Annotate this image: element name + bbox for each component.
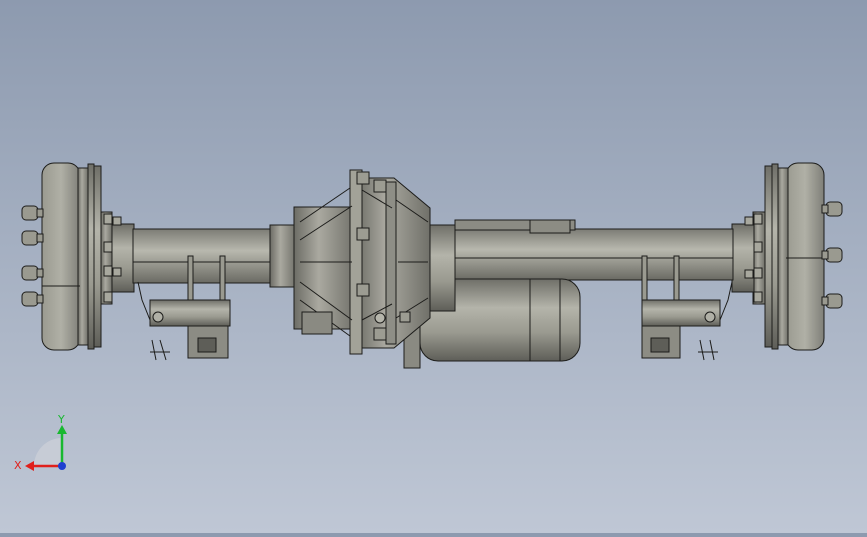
left-wheel-hub <box>21 162 135 351</box>
right-wheel-hub <box>731 162 843 351</box>
coordinate-triad: Y X <box>12 412 76 478</box>
z-axis-dot <box>58 462 66 470</box>
triad-plane <box>34 438 62 466</box>
right-axle-tube <box>454 228 734 281</box>
y-axis-label: Y <box>57 413 65 426</box>
x-axis-label: X <box>14 459 22 472</box>
rear-axle-model[interactable] <box>0 0 867 533</box>
cad-viewport[interactable] <box>0 0 867 533</box>
